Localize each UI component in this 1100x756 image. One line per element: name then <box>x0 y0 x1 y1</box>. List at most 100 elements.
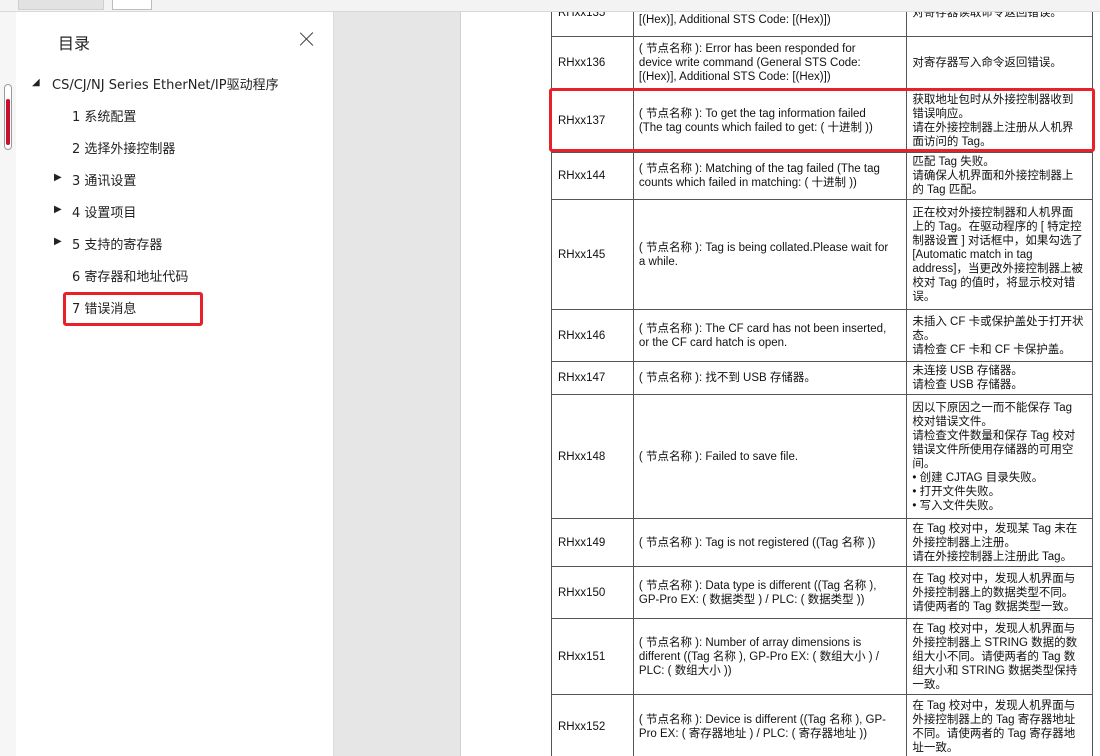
error-code: RHxx149 <box>558 536 606 549</box>
error-code-cell: RHxx146 <box>551 309 634 362</box>
error-message-cell: ( 节点名称 ): Tag is not registered ((Tag 名称… <box>632 518 908 567</box>
message-line: ( 节点名称 ): Number of array dimensions is <box>638 636 862 649</box>
toc-item-setup-items[interactable]: 4 设置项目 <box>72 202 136 221</box>
table-row: RHxx151 ( 节点名称 ): Number of array dimensi… <box>551 618 1093 695</box>
description-line: 外接控制器上注册。 <box>912 536 1016 549</box>
description-line: 匹配 Tag 失败。 <box>912 156 995 168</box>
document-page: RHxx135 device read command (General STS … <box>460 12 1100 756</box>
message-line: [(Hex)], Additional STS Code: [(Hex)]) <box>638 13 831 26</box>
description-line: 获取地址包时从外接控制器收到 <box>912 93 1074 106</box>
description-line: 址一致。 <box>912 741 959 754</box>
description-line: 错误响应。 <box>912 107 970 120</box>
table-row: RHxx145 ( 节点名称 ): Tag is being collated.P… <box>551 199 1093 310</box>
message-line: ( 节点名称 ): Data type is different ((Tag 名… <box>638 579 877 592</box>
error-code: RHxx144 <box>558 170 606 182</box>
error-code: RHxx146 <box>558 329 606 342</box>
scroll-rail[interactable] <box>0 12 16 756</box>
description-line: 间。 <box>912 457 936 470</box>
description-line: 一致。 <box>912 678 947 691</box>
error-code-cell: RHxx150 <box>551 566 634 619</box>
description-line: 误。 <box>912 290 936 303</box>
message-line: GP-Pro EX: ( 数据类型 ) / PLC: ( 数据类型 )) <box>638 593 865 606</box>
error-code: RHxx136 <box>558 56 606 69</box>
description-line: 外接控制器上 STRING 数据的数 <box>912 636 1078 649</box>
description-line: 在 Tag 校对中，发现人机界面与 <box>912 572 1076 585</box>
error-message-cell: ( 节点名称 ): Tag is being collated.Please w… <box>632 199 908 310</box>
table-row: RHxx149 ( 节点名称 ): Tag is not registered (… <box>551 518 1093 567</box>
error-message-cell: ( 节点名称 ): 找不到 USB 存储器。 <box>632 361 908 395</box>
description-line: 请检查文件数量和保存 Tag 校对 <box>912 429 1076 442</box>
error-description-cell: 未插入 CF 卡或保护盖处于打开状 态。 请检查 CF 卡和 CF 卡保护盖。 <box>906 309 1093 362</box>
error-message-cell: ( 节点名称 ): Matching of the tag failed (Th… <box>632 152 908 200</box>
message-line: counts which failed in matching: ( 十进制 )… <box>638 177 857 189</box>
caret-right-icon[interactable]: ▶ <box>54 204 62 215</box>
error-code: RHxx151 <box>558 650 606 663</box>
error-description-cell: 正在校对外接控制器和人机界面 上的 Tag。在驱动程序的 [ 特定控 制器设置 ] … <box>906 199 1093 310</box>
error-code-cell: RHxx135 <box>551 12 634 37</box>
error-message-cell: ( 节点名称 ): Data type is different ((Tag 名… <box>632 566 908 619</box>
toc-item-supported-registers[interactable]: 5 支持的寄存器 <box>72 234 162 253</box>
description-line: • 写入文件失败。 <box>912 499 1001 512</box>
message-line: ( 节点名称 ): Tag is not registered ((Tag 名称… <box>638 536 876 549</box>
description-line: 请检查 CF 卡和 CF 卡保护盖。 <box>912 343 1071 356</box>
error-message-cell: ( 节点名称 ): Number of array dimensions is d… <box>632 618 908 695</box>
scroll-position-indicator <box>6 99 10 145</box>
scroll-thumb[interactable] <box>4 84 12 150</box>
top-toolbar <box>0 0 1100 12</box>
error-description-cell: 未连接 USB 存储器。 请检查 USB 存储器。 <box>906 361 1093 395</box>
toc-item-select-controller[interactable]: 2 选择外接控制器 <box>72 138 175 157</box>
description-line: 在 Tag 校对中，发现人机界面与 <box>912 699 1076 712</box>
message-line: a while. <box>638 255 678 268</box>
description-line: • 打开文件失败。 <box>912 485 1001 498</box>
description-line: 对寄存器读取命令返回错误。 <box>912 12 1062 19</box>
description-line: 请检查 USB 存储器。 <box>912 379 1023 391</box>
error-code: RHxx135 <box>558 12 606 19</box>
viewer-background <box>334 12 460 756</box>
description-line: 对寄存器写入命令返回错误。 <box>912 56 1062 69</box>
error-code: RHxx150 <box>558 586 606 599</box>
error-code-cell: RHxx136 <box>551 36 634 89</box>
caret-right-icon[interactable]: ▶ <box>54 236 62 247</box>
error-code-cell: RHxx144 <box>551 152 634 200</box>
description-line: 的 Tag 匹配。 <box>912 184 984 196</box>
message-line: (The tag counts which failed to get: ( 十… <box>638 121 873 134</box>
description-line: 未连接 USB 存储器。 <box>912 365 1023 377</box>
error-code: RHxx145 <box>558 248 606 261</box>
message-line: ( 节点名称 ): Device is different ((Tag 名称 )… <box>638 713 887 726</box>
close-icon[interactable] <box>298 30 316 48</box>
error-description-cell: 在 Tag 校对中，发现人机界面与 外接控制器上的 Tag 寄存器地址 不同。请使两… <box>906 694 1093 756</box>
description-line: 外接控制器上的数据类型不同。 <box>912 586 1074 599</box>
toc-item-system-config[interactable]: 1 系统配置 <box>72 106 136 125</box>
caret-right-icon[interactable]: ▶ <box>54 172 62 183</box>
error-message-cell: ( 节点名称 ): To get the tag information fai… <box>632 88 908 153</box>
message-line: device write command (General STS Code: <box>638 56 861 69</box>
error-code: RHxx147 <box>558 372 606 384</box>
description-line: 校对 Tag 的值时，将显示校对错 <box>912 276 1076 289</box>
toc-item-root[interactable]: CS/CJ/NJ Series EtherNet/IP驱动程序 <box>52 74 279 93</box>
error-description-cell: 因以下原因之一而不能保存 Tag 校对错误文件。 请检查文件数量和保存 Tag 校对… <box>906 394 1093 519</box>
description-line: 正在校对外接控制器和人机界面 <box>912 206 1074 219</box>
table-row: RHxx150 ( 节点名称 ): Data type is different … <box>551 566 1093 619</box>
toc-item-comm-settings[interactable]: 3 通讯设置 <box>72 170 136 189</box>
error-code: RHxx152 <box>558 720 606 733</box>
error-code-cell: RHxx148 <box>551 394 634 519</box>
description-line: 不同。请使两者的 Tag 寄存器地 <box>912 727 1076 740</box>
table-row: RHxx136 ( 节点名称 ): Error has been responde… <box>551 36 1093 89</box>
description-line: 校对错误文件。 <box>912 415 993 428</box>
description-line: 上的 Tag。在驱动程序的 [ 特定控 <box>912 220 1082 233</box>
toolbar-tab[interactable] <box>18 0 104 10</box>
toc-panel: 目录 ◢ CS/CJ/NJ Series EtherNet/IP驱动程序 1 系… <box>16 12 334 756</box>
table-row: RHxx146 ( 节点名称 ): The CF card has not bee… <box>551 309 1093 362</box>
toolbar-button[interactable] <box>112 0 152 10</box>
error-code-cell: RHxx145 <box>551 199 634 310</box>
error-message-cell: ( 节点名称 ): Error has been responded for de… <box>632 36 908 89</box>
toc-item-register-codes[interactable]: 6 寄存器和地址代码 <box>72 266 188 285</box>
description-line: 在 Tag 校对中，发现人机界面与 <box>912 622 1076 635</box>
error-code: RHxx137 <box>558 114 606 127</box>
caret-down-icon[interactable]: ◢ <box>32 77 40 88</box>
description-line: 组大小和 STRING 数据类型保持 <box>912 664 1078 677</box>
error-code-cell: RHxx151 <box>551 618 634 695</box>
message-line: or the CF card hatch is open. <box>638 336 788 349</box>
description-line: [Automatic match in tag <box>912 248 1033 261</box>
message-line: ( 节点名称 ): 找不到 USB 存储器。 <box>638 372 816 384</box>
